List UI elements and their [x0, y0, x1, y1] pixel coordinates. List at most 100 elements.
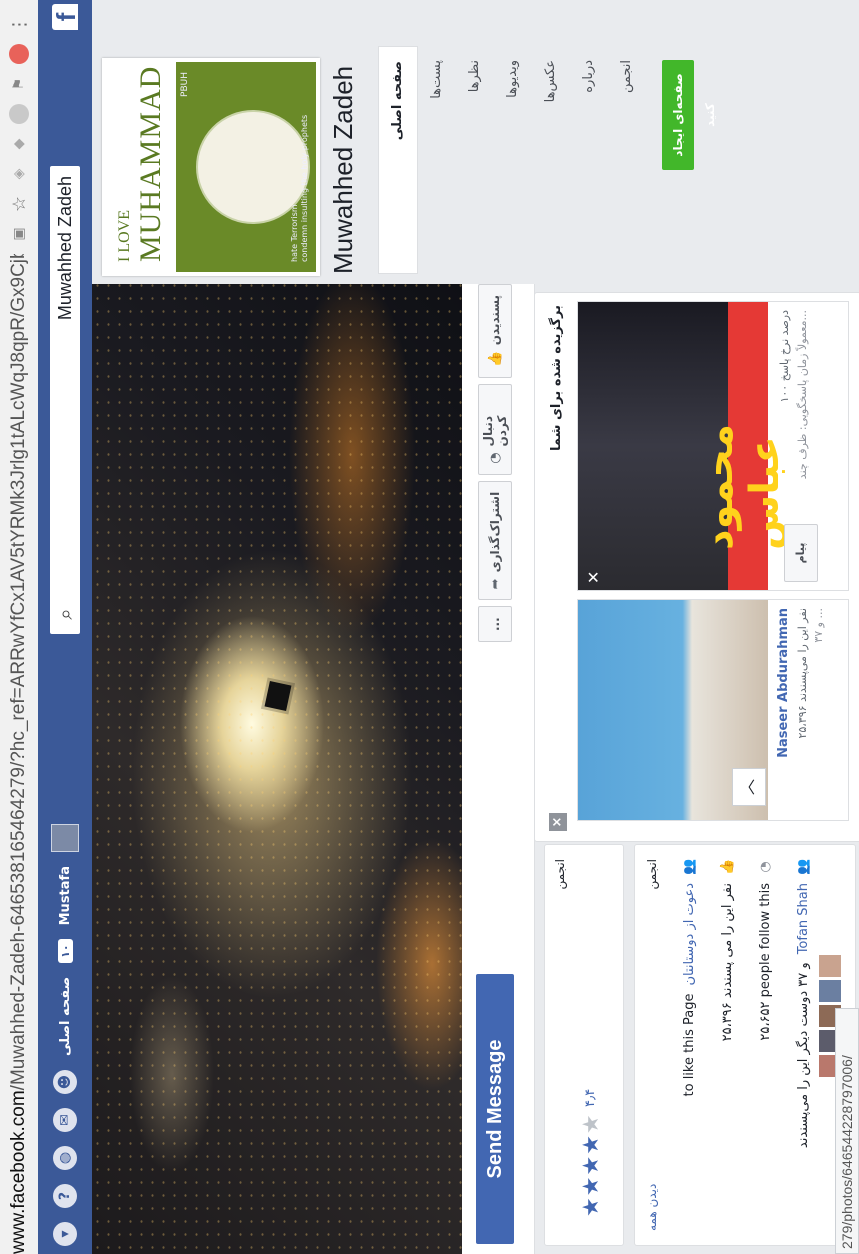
page-icon[interactable]: ▣ — [9, 224, 29, 244]
friend-name-link[interactable]: Tofan Shah — [796, 883, 811, 954]
record-extension-icon[interactable] — [9, 44, 29, 64]
friends-rest-text: و ۳۷ دوست دیگر این را می‌پسندند — [795, 962, 811, 1149]
invite-people-icon: 👥 — [681, 858, 697, 875]
notifications-globe-icon[interactable]: ◍ — [53, 1146, 77, 1170]
dropdown-arrow-icon[interactable]: ▾ — [53, 1222, 77, 1246]
star-icon: ★ — [579, 1196, 604, 1217]
star-icon: ★ — [579, 1154, 604, 1176]
thumbs-up-icon: 👍 — [487, 351, 503, 368]
follow-button[interactable]: ◔ دنبال کردن — [478, 384, 512, 475]
suggested-card-response-time: معمولاً زمان پاسخگویی: ظرف چند... — [796, 310, 809, 480]
community-box: انجمن دیدن همه 👥 دعوت از دوستانتان to li… — [634, 844, 856, 1246]
bookmark-star-icon[interactable]: ☆ — [9, 194, 30, 214]
see-all-link[interactable]: دیدن همه — [645, 1184, 659, 1231]
message-button[interactable]: پیام — [784, 524, 818, 582]
browser-extension-icons: ▣ ☆ ◈ ◆ ⚑ ⋮ — [6, 14, 32, 244]
left-column: انجمن ★★★★★ ۴٫۴ انجمن دیدن همه 👥 دعوت از… — [534, 842, 859, 1254]
circle-extension-icon[interactable] — [9, 104, 29, 124]
url-path: /Muwahhed-Zadeh-646538165464279/?hc_ref=… — [8, 254, 29, 1091]
more-button[interactable]: ... — [478, 606, 512, 642]
profile-pic-caption: hate Terrorism condemn insulting the hol… — [290, 115, 310, 262]
close-icon[interactable]: ✕ — [584, 571, 603, 584]
page-nav-photos[interactable]: عکس‌ها — [532, 46, 570, 274]
profile-pic-small1: hate Terrorism — [290, 204, 299, 262]
follows-row: ◔ ۲۵،۶۵۲ people follow this — [751, 859, 779, 1041]
page-nav-posts[interactable]: پست‌ها — [418, 46, 456, 274]
rating-box: انجمن ★★★★★ ۴٫۴ — [544, 844, 624, 1246]
cover-city-lights — [92, 284, 462, 1254]
profile-link[interactable]: Mustafa — [58, 866, 73, 925]
avatar[interactable] — [819, 955, 841, 977]
help-icon[interactable]: ? — [53, 1184, 77, 1208]
friends-icon: 👥 — [795, 858, 811, 875]
follow-count-icon: ◔ — [757, 861, 773, 873]
suggested-card-likes: ۲۵،۳۹۶ نفر این را می‌پسندند — [796, 608, 809, 739]
profile-picture[interactable]: I LOVE MUHAMMAD PBUH hate Terrorism cond… — [102, 58, 320, 276]
suggested-pages-panel: برگزیده شده برای شما × ︿ Naseer Abdurahm… — [534, 292, 859, 842]
search-value: Muwahhed Zadeh — [54, 176, 75, 321]
invite-friends-link[interactable]: دعوت از دوستانتان — [682, 883, 697, 986]
profile-pic-small2: condemn insulting the holy prophets — [300, 114, 309, 262]
shield-icon[interactable]: ◈ — [9, 164, 29, 184]
page-nav-home[interactable]: صفحه اصلی — [378, 46, 418, 274]
page-nav-community[interactable]: انجمن — [608, 46, 646, 274]
page-nav: صفحه اصلی پست‌ها نظرها ویدیوها عکس‌ها در… — [378, 46, 717, 274]
share-icon: ➦ — [487, 578, 503, 590]
rss-icon: ◔ — [487, 452, 503, 464]
extension-icon[interactable]: ◆ — [9, 134, 29, 154]
page-action-bar: Send Message ... ➦ اشتراک‌گذاری ◔ دنبال کر… — [462, 284, 535, 1254]
like-count-icon: 👍 — [719, 858, 735, 875]
profile-picture-art: I LOVE MUHAMMAD PBUH hate Terrorism cond… — [106, 62, 316, 272]
invite-row: 👥 دعوت از دوستانتان to like this Page — [675, 858, 703, 1097]
likes-row: 👍 ۲۵،۳۹۶ نفر این را می پسندند — [713, 858, 741, 1042]
rating-value: ۴٫۴ — [583, 1088, 598, 1107]
page-nav-reviews[interactable]: نظرها — [456, 46, 494, 274]
share-button[interactable]: ➦ اشتراک‌گذاری — [478, 480, 512, 601]
create-page-button[interactable]: صفحه‌ای ایجاد کنید — [662, 60, 717, 170]
search-icon[interactable]: ⌕ — [50, 594, 80, 634]
avatar[interactable] — [51, 824, 79, 853]
chevron-up-icon[interactable]: ︿ — [732, 768, 766, 806]
address-bar[interactable]: www.facebook.com/Muwahhed-Zadeh-64653816… — [4, 254, 34, 1254]
search-input[interactable]: ⌕ Muwahhed Zadeh — [50, 166, 80, 634]
facebook-top-bar: ▾ ? ◍ ✉ ☻ صفحه اصلی ۱۰ Mustafa ⌕ Muwahhe… — [38, 0, 92, 1254]
translate-icon[interactable]: ⚑ — [9, 74, 29, 94]
status-bar-url: 279/photos/646544228797006/ — [835, 1008, 859, 1254]
browser-toolbar: www.facebook.com/Muwahhed-Zadeh-64653816… — [0, 0, 39, 1254]
close-icon[interactable]: × — [549, 813, 567, 831]
follows-text: ۲۵،۶۵۲ people follow this — [757, 883, 773, 1041]
friend-requests-icon[interactable]: ☻ — [53, 1070, 77, 1094]
suggested-card[interactable]: ︿ Naseer Abdurahman ۲۵،۳۹۶ نفر این را می… — [577, 599, 849, 821]
page-actions: ... ➦ اشتراک‌گذاری ◔ دنبال کردن 👍 پسندیدن — [478, 284, 512, 642]
page-nav-about[interactable]: درباره — [570, 46, 608, 274]
star-icon: ★ — [579, 1175, 604, 1197]
suggested-card-name[interactable]: Naseer Abdurahman — [776, 608, 791, 758]
community-header: انجمن — [645, 859, 659, 890]
suggested-title: برگزیده شده برای شما — [549, 305, 564, 451]
send-message-button[interactable]: Send Message — [476, 974, 514, 1244]
facebook-logo-icon[interactable]: f — [51, 4, 81, 30]
page-title[interactable]: Muwahhed Zadeh — [328, 66, 359, 274]
invite-rest-text: to like this Page — [681, 993, 697, 1097]
page-nav-videos[interactable]: ویدیوها — [494, 46, 532, 274]
cover-photo[interactable] — [92, 284, 462, 1254]
friends-like-row: 👥 Tofan Shah و ۳۷ دوست دیگر این را می‌پس… — [789, 859, 817, 1148]
profile-pic-pbuh: PBUH — [180, 72, 190, 97]
star-icon: ★ — [579, 1134, 604, 1155]
avatar[interactable] — [819, 980, 841, 1002]
url-host: www.facebook.com — [8, 1090, 29, 1254]
messages-icon[interactable]: ✉ — [53, 1108, 77, 1132]
star-empty-icon: ★ — [579, 1113, 604, 1135]
like-label: پسندیدن — [488, 295, 502, 346]
rotated-screen: www.facebook.com/Muwahhed-Zadeh-64653816… — [0, 0, 859, 1254]
like-button[interactable]: 👍 پسندیدن — [478, 284, 512, 379]
profile-pic-line1: I LOVE — [116, 210, 133, 262]
profile-pic-line2: MUHAMMAD — [134, 65, 167, 262]
home-link[interactable]: صفحه اصلی — [58, 977, 73, 1056]
suggested-card[interactable]: محمود عباس ✕ پیام ۱۰۰ درصد نرخ پاسخ معمو… — [577, 301, 849, 591]
rating-stars[interactable]: ★★★★★ — [579, 1113, 604, 1217]
profile-column: I LOVE MUHAMMAD PBUH hate Terrorism cond… — [92, 0, 859, 284]
top-nav: ▾ ? ◍ ✉ ☻ صفحه اصلی ۱۰ Mustafa — [48, 824, 82, 1246]
suggested-card-friends: و ۳۷ ... — [812, 608, 825, 643]
menu-dots-icon[interactable]: ⋮ — [9, 14, 30, 34]
